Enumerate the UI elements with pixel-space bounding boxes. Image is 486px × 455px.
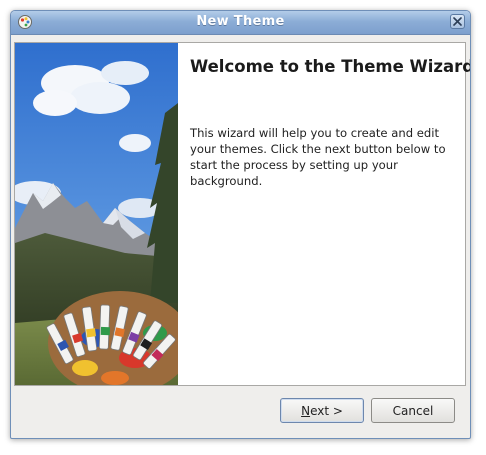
window-title: New Theme [196,14,285,29]
wizard-page: Welcome to the Theme Wizard This wizard … [14,42,471,386]
title-bar[interactable]: New Theme [11,11,470,35]
page-heading: Welcome to the Theme Wizard [190,57,471,76]
next-button-label: ext > [310,404,343,418]
next-button[interactable]: Next > [280,398,364,423]
close-icon [453,17,462,26]
cancel-button[interactable]: Cancel [371,398,455,423]
dialog-window: New Theme Welcome to the Theme Wizard Th… [10,10,471,439]
close-button[interactable] [450,14,465,29]
page-description: This wizard will help you to create and … [190,126,446,188]
mountain-landscape-with-paint-tubes-image [15,43,178,385]
next-button-mnemonic: N [301,404,311,418]
